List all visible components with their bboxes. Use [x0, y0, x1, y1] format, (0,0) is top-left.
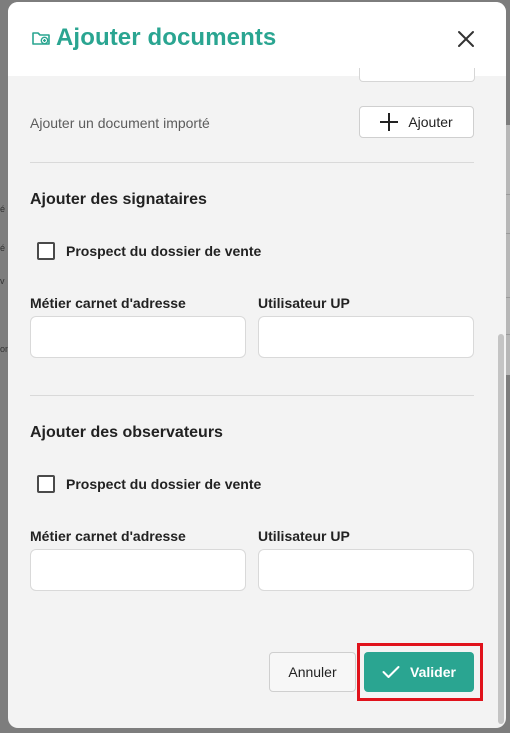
add-imported-document-button[interactable]: Ajouter: [359, 106, 474, 138]
signataires-metier-field[interactable]: [30, 316, 246, 358]
signataires-metier-label: Métier carnet d'adresse: [30, 295, 186, 311]
observateurs-utilisateur-field[interactable]: [258, 549, 474, 591]
highlight-box: [357, 643, 483, 701]
background-text: é: [0, 243, 6, 253]
observateurs-utilisateur-label: Utilisateur UP: [258, 528, 350, 544]
signataires-prospect-checkbox-row[interactable]: Prospect du dossier de vente: [37, 242, 261, 260]
signataires-prospect-label: Prospect du dossier de vente: [66, 243, 262, 259]
close-button[interactable]: [454, 27, 478, 51]
observateurs-metier-label: Métier carnet d'adresse: [30, 528, 186, 544]
signataires-utilisateur-field[interactable]: [258, 316, 474, 358]
observateurs-title: Ajouter des observateurs: [30, 424, 223, 441]
observateurs-prospect-label: Prospect du dossier de vente: [66, 476, 262, 492]
signataires-utilisateur-label: Utilisateur UP: [258, 295, 350, 311]
signataires-title: Ajouter des signataires: [30, 191, 207, 208]
background-text: on: [0, 344, 11, 354]
folder-add-icon: [32, 30, 50, 46]
observateurs-prospect-checkbox[interactable]: [37, 475, 55, 493]
add-button-label: Ajouter: [408, 114, 453, 130]
plus-icon: [380, 113, 399, 131]
add-documents-modal: Ajouter documents Ajouter un document im…: [8, 2, 506, 728]
partial-button[interactable]: [359, 68, 475, 82]
signataires-prospect-checkbox[interactable]: [37, 242, 55, 260]
modal-header: Ajouter documents: [8, 2, 506, 76]
section-divider: [30, 395, 474, 396]
background-text: v: [0, 276, 5, 286]
cancel-button[interactable]: Annuler: [269, 652, 356, 692]
close-icon: [458, 31, 474, 47]
scrollbar[interactable]: [498, 334, 504, 724]
background-text: é: [0, 204, 6, 214]
observateurs-metier-field[interactable]: [30, 549, 246, 591]
modal-body: Ajouter un document importé Ajouter Ajou…: [8, 68, 506, 728]
observateurs-prospect-checkbox-row[interactable]: Prospect du dossier de vente: [37, 475, 261, 493]
section-divider: [30, 162, 474, 163]
modal-title: Ajouter documents: [56, 24, 277, 51]
import-label: Ajouter un document importé: [30, 115, 210, 131]
modal-title-wrap: Ajouter documents: [32, 24, 276, 52]
